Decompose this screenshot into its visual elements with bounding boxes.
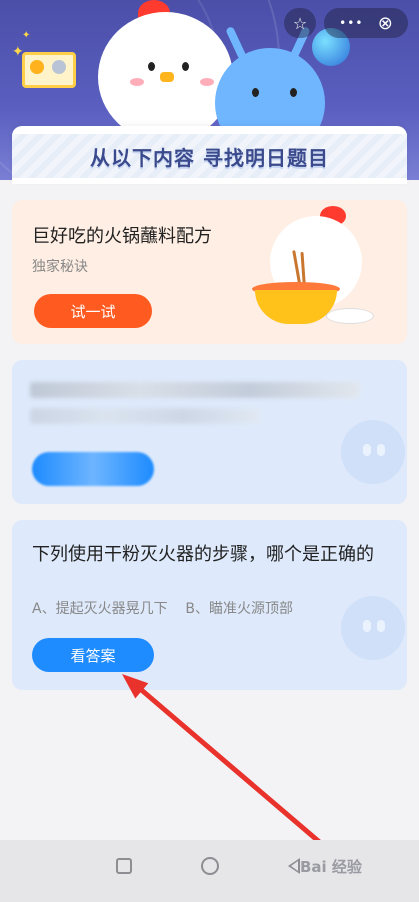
baidu-watermark: Bai 经验: [300, 858, 362, 876]
quiz-options: A、提起灭火器晃几下 B、瞄准火源顶部: [32, 601, 293, 617]
card-title: 巨好吃的火锅蘸料配方: [32, 226, 212, 247]
view-answer-button[interactable]: 看答案: [32, 638, 154, 672]
bubble-eye: [377, 444, 385, 456]
chat-bubble-icon: [341, 420, 405, 484]
gold-medal-icon: [30, 60, 44, 74]
alien-eye: [252, 88, 259, 97]
chick-eye: [148, 62, 155, 71]
bubble-eye: [363, 620, 371, 632]
close-icon[interactable]: ⊗: [378, 13, 393, 34]
capsule-menu: ••• ⊗: [324, 8, 408, 38]
favorite-star-button[interactable]: ☆: [284, 8, 316, 38]
recent-apps-icon[interactable]: [116, 858, 132, 874]
silver-medal-icon: [52, 60, 66, 74]
more-icon[interactable]: •••: [339, 16, 363, 30]
back-icon-inner: [291, 861, 298, 871]
quiz-question: 下列使用干粉灭火器的步骤，哪个是正确的: [32, 544, 374, 565]
quiz-card[interactable]: 下列使用干粉灭火器的步骤，哪个是正确的 A、提起灭火器晃几下 B、瞄准火源顶部 …: [12, 520, 407, 690]
bubble-eye: [363, 444, 371, 456]
chat-bubble-icon: [341, 596, 405, 660]
chick-cheek: [130, 78, 144, 86]
bubble-eye: [377, 620, 385, 632]
sparkle-icon: ✦: [22, 30, 31, 41]
chick-beak: [160, 72, 174, 82]
blurred-button[interactable]: [32, 452, 154, 486]
meat-plate: [326, 308, 374, 324]
star-icon: ☆: [292, 13, 308, 33]
alien-eye: [290, 88, 297, 97]
card-subtitle: 独家秘诀: [32, 259, 88, 275]
banner-title: 从以下内容 寻找明日题目: [90, 146, 329, 170]
try-button[interactable]: 试一试: [34, 294, 152, 328]
chick-eye: [182, 62, 189, 71]
blurred-title: [30, 382, 360, 398]
blurred-subtitle: [30, 408, 260, 424]
chick-cheek: [200, 78, 214, 86]
home-icon[interactable]: [201, 857, 219, 875]
